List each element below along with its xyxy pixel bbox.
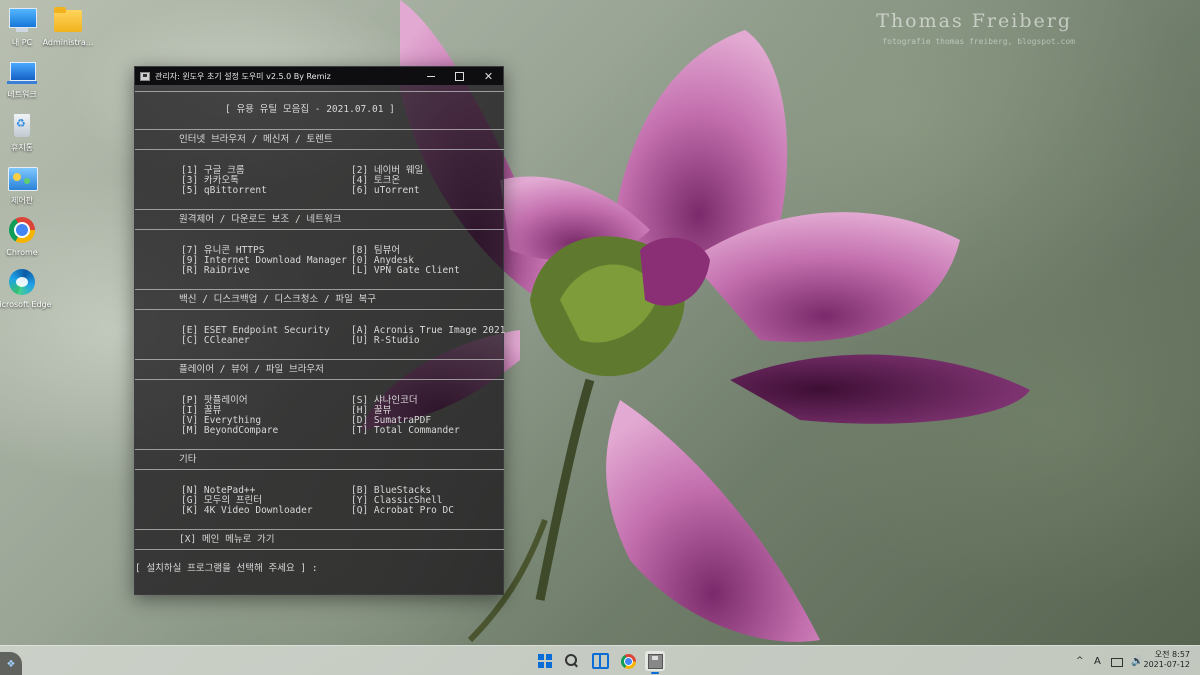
volume-icon[interactable]: 🔊 bbox=[1131, 646, 1143, 675]
desktop-icon-control-panel[interactable]: 제어판 bbox=[0, 164, 52, 206]
divider bbox=[135, 529, 504, 530]
pc-icon bbox=[7, 6, 37, 34]
divider bbox=[135, 379, 504, 380]
divider bbox=[135, 449, 504, 450]
section-title-browsers: 인터넷 브라우저 / 메신저 / 토렌트 bbox=[179, 134, 333, 145]
search-icon[interactable] bbox=[562, 651, 582, 671]
back-to-main-option: [X] 메인 메뉴로 가기 bbox=[179, 534, 275, 545]
desktop-icon-network[interactable]: 네트워크 bbox=[0, 58, 52, 100]
folder-icon bbox=[53, 6, 83, 34]
desktop-icon-administrator-folder[interactable]: Administra... bbox=[38, 6, 98, 48]
divider bbox=[135, 289, 504, 290]
clock-time: 오전 8:57 bbox=[1154, 650, 1190, 659]
desktop-icon-chrome[interactable]: Chrome bbox=[0, 216, 52, 258]
network-icon bbox=[7, 58, 37, 86]
desktop-icon-label: 휴지통 bbox=[10, 143, 34, 152]
menu-option: [R] RaiDrive bbox=[181, 265, 250, 276]
divider bbox=[135, 91, 504, 92]
console-app-icon bbox=[140, 71, 150, 81]
divider bbox=[135, 129, 504, 130]
desktop-icon-recycle-bin[interactable]: 휴지통 bbox=[0, 111, 52, 153]
window-titlebar[interactable]: 관리자: 윈도우 초기 설정 도우미 v2.5.0 By Remiz ✕ bbox=[135, 67, 503, 85]
menu-option: [K] 4K Video Downloader bbox=[181, 505, 313, 516]
menu-option: [T] Total Commander bbox=[351, 425, 460, 436]
divider bbox=[135, 309, 504, 310]
section-title-security: 백신 / 디스크백업 / 디스크청소 / 파일 복구 bbox=[179, 294, 377, 305]
menu-option: [Q] Acrobat Pro DC bbox=[351, 505, 454, 516]
section-title-etc: 기타 bbox=[179, 454, 197, 465]
desktop-icon-label: Microsoft Edge bbox=[0, 300, 52, 309]
taskbar: ❖ ^ A 🔊 오전 8:57 2021-07-12 bbox=[0, 645, 1200, 675]
close-button[interactable]: ✕ bbox=[474, 67, 503, 85]
menu-option: [5] qBittorrent bbox=[181, 185, 267, 196]
section-title-remote: 원격제어 / 다운로드 보조 / 네트워크 bbox=[179, 214, 342, 225]
chrome-icon bbox=[7, 216, 37, 244]
recycle-bin-icon bbox=[7, 111, 37, 139]
divider bbox=[135, 359, 504, 360]
clock-date: 2021-07-12 bbox=[1143, 660, 1191, 669]
edge-icon bbox=[7, 268, 37, 296]
menu-option: [6] uTorrent bbox=[351, 185, 420, 196]
active-window-indicator bbox=[651, 672, 659, 674]
desktop-icon-label: Chrome bbox=[6, 248, 38, 257]
desktop-icon-edge[interactable]: Microsoft Edge bbox=[0, 268, 52, 310]
chrome-icon[interactable] bbox=[618, 651, 638, 671]
desktop-icon-label: 제어판 bbox=[10, 196, 34, 205]
start-orb-button[interactable]: ❖ bbox=[0, 652, 22, 675]
divider bbox=[135, 149, 504, 150]
menu-option: [L] VPN Gate Client bbox=[351, 265, 460, 276]
control-panel-icon bbox=[7, 164, 38, 192]
menu-option: [C] CCleaner bbox=[181, 335, 250, 346]
divider bbox=[135, 229, 504, 230]
divider bbox=[135, 209, 504, 210]
ime-indicator[interactable]: A bbox=[1094, 646, 1101, 675]
menu-option: [U] R-Studio bbox=[351, 335, 420, 346]
input-prompt[interactable]: [ 설치하실 프로그램을 선택해 주세요 ] : bbox=[135, 564, 318, 574]
start-orb-icon: ❖ bbox=[6, 658, 16, 670]
window-title: 관리자: 윈도우 초기 설정 도우미 v2.5.0 By Remiz bbox=[155, 71, 331, 81]
watermark-url: fotografie thomas freiberg, blogspot.com bbox=[882, 37, 1075, 46]
menu-option: [M] BeyondCompare bbox=[181, 425, 279, 436]
tray-overflow-chevron-icon[interactable]: ^ bbox=[1076, 646, 1084, 675]
windows-start-icon[interactable] bbox=[535, 651, 555, 671]
console-app-icon[interactable] bbox=[645, 651, 665, 671]
divider bbox=[135, 469, 504, 470]
system-clock[interactable]: 오전 8:57 2021-07-12 bbox=[1144, 650, 1191, 670]
watermark-signature: Thomas Freiberg bbox=[876, 10, 1072, 32]
divider bbox=[135, 549, 504, 550]
desktop-icon-label: Administra... bbox=[42, 38, 94, 47]
menu-header: [ 유용 유틸 모음집 - 2021.07.01 ] bbox=[225, 104, 395, 115]
console-window[interactable]: 관리자: 윈도우 초기 설정 도우미 v2.5.0 By Remiz ✕ [ 유… bbox=[134, 66, 505, 595]
maximize-button[interactable] bbox=[445, 67, 474, 85]
desktop-icon-label: 네트워크 bbox=[7, 90, 37, 99]
keyboard-icon[interactable] bbox=[1111, 646, 1125, 675]
minimize-button[interactable] bbox=[416, 67, 445, 85]
task-view-icon[interactable] bbox=[590, 651, 610, 671]
section-title-players: 플레이어 / 뷰어 / 파일 브라우저 bbox=[179, 364, 324, 375]
